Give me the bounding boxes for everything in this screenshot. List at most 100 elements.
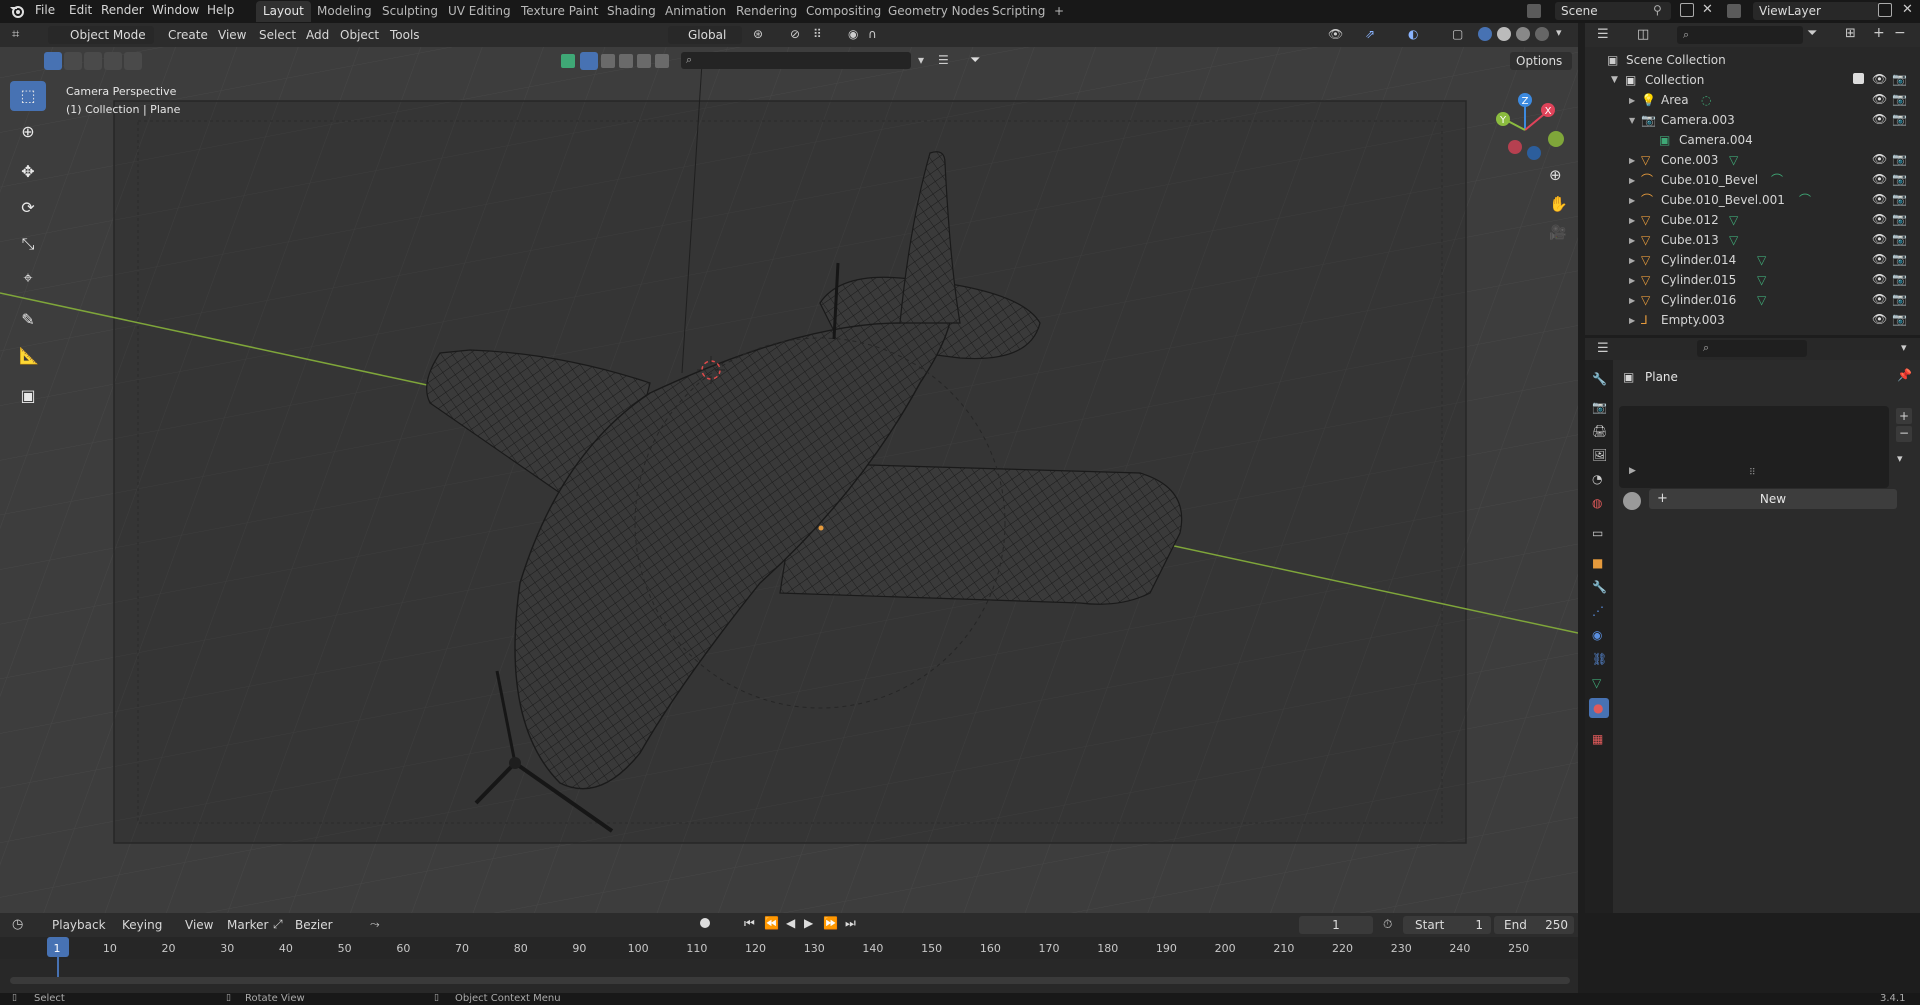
outliner-row[interactable]: ▼ 📷 Camera.003 👁 📷: [1585, 110, 1920, 130]
tool-annotate[interactable]: ✎: [10, 305, 46, 335]
blender-logo-icon[interactable]: [9, 3, 25, 19]
mode-selector[interactable]: Object Mode: [48, 26, 154, 44]
eye-icon[interactable]: 👁: [1872, 172, 1887, 186]
outliner-row[interactable]: ▶ ▽ Cylinder.014 ▽ 👁 📷: [1585, 250, 1920, 270]
outliner-row[interactable]: ▶ ▽ Cylinder.016 ▽ 👁 📷: [1585, 290, 1920, 310]
tool-select-box[interactable]: ⬚: [10, 81, 46, 111]
tool-scale[interactable]: ⤡: [10, 229, 46, 259]
overlays-icon[interactable]: ◐: [1408, 27, 1418, 41]
object-data-icon[interactable]: ▽: [1757, 293, 1766, 307]
render-camera-icon[interactable]: 📷: [1892, 272, 1907, 286]
viewport-search-input[interactable]: ⌕: [681, 52, 911, 69]
filter-dropdown-icon[interactable]: ▾: [918, 53, 924, 67]
eye-icon[interactable]: 👁: [1872, 72, 1887, 86]
object-data-icon[interactable]: ◌: [1701, 93, 1711, 107]
eye-icon[interactable]: 👁: [1872, 292, 1887, 306]
object-data-icon[interactable]: ⌒: [1799, 193, 1811, 207]
gizmo-neg-y[interactable]: [1548, 131, 1564, 147]
outliner-row[interactable]: ▣ Camera.004: [1585, 130, 1920, 150]
render-camera-icon[interactable]: 📷: [1892, 192, 1907, 206]
view-layer-icon[interactable]: [1727, 4, 1741, 18]
texture-tab-icon[interactable]: ▦: [1592, 732, 1603, 746]
eye-icon[interactable]: 👁: [1872, 252, 1887, 266]
outliner-row[interactable]: ▶ ▽ Cylinder.015 ▽ 👁 📷: [1585, 270, 1920, 290]
outliner-row[interactable]: ▶ ▽ Cube.012 ▽ 👁 📷: [1585, 210, 1920, 230]
add-slot-button[interactable]: +: [1896, 408, 1912, 424]
resize-handle-icon[interactable]: ⠿: [1749, 468, 1756, 478]
menu-playback[interactable]: Playback: [52, 918, 106, 932]
chevron-right-icon[interactable]: ▶: [1629, 294, 1635, 308]
tab-compositing[interactable]: Compositing: [799, 1, 888, 22]
light-filter-icon[interactable]: [601, 54, 615, 68]
viewport-canvas[interactable]: [0, 23, 1578, 913]
shading-options-icon[interactable]: ▾: [1556, 26, 1562, 39]
outliner-row[interactable]: ▶ ⅃ Empty.003 👁 📷: [1585, 310, 1920, 330]
editor-type-icon[interactable]: ⌗: [12, 27, 19, 42]
material-tab-button[interactable]: ●: [1589, 698, 1609, 718]
prev-keyframe-icon[interactable]: ⏪: [764, 916, 779, 930]
render-camera-icon[interactable]: 📷: [1892, 292, 1907, 306]
tool-add-cube[interactable]: ▣: [10, 381, 46, 411]
eye-icon[interactable]: 👁: [1872, 112, 1887, 126]
falloff-icon[interactable]: ∩: [868, 27, 877, 41]
zoom-icon[interactable]: ⊕: [1549, 166, 1562, 184]
options-chevron-icon[interactable]: ▾: [1901, 341, 1907, 354]
outliner-collection-row[interactable]: ▼ ▣ Collection 👁 📷: [1585, 70, 1920, 90]
start-frame-field[interactable]: Start 1: [1403, 916, 1491, 934]
menu-file[interactable]: File: [35, 3, 55, 17]
tool-cursor[interactable]: ⊕: [10, 117, 46, 147]
delete-view-layer-icon[interactable]: ✕: [1902, 2, 1913, 17]
chevron-right-icon[interactable]: ▶: [1629, 274, 1635, 288]
menu-tools[interactable]: Tools: [390, 28, 420, 42]
chevron-down-icon[interactable]: ▼: [1611, 73, 1618, 87]
chevron-right-icon[interactable]: ▶: [1629, 214, 1635, 228]
add-workspace-button[interactable]: +: [1047, 1, 1071, 22]
object-data-icon[interactable]: ▽: [1757, 273, 1766, 287]
eye-icon[interactable]: 👁: [1872, 152, 1887, 166]
scene-selector-icon[interactable]: [1527, 4, 1541, 18]
interpolation-selector[interactable]: Bezier: [289, 916, 367, 934]
object-data-icon[interactable]: ▽: [1757, 253, 1766, 267]
tab-animation[interactable]: Animation: [658, 1, 733, 22]
outliner-row[interactable]: ▶ ⌒ Cube.010_Bevel ⌒ 👁 📷: [1585, 170, 1920, 190]
pan-hand-icon[interactable]: ✋: [1549, 195, 1568, 213]
tab-geometry-nodes[interactable]: Geometry Nodes: [881, 1, 996, 22]
object-filter-icon[interactable]: [580, 52, 598, 70]
minimize-icon[interactable]: −: [1894, 25, 1906, 41]
outliner-editor-icon[interactable]: ☰: [1597, 27, 1609, 42]
view-layer-field[interactable]: ViewLayer: [1753, 2, 1879, 20]
current-frame-field[interactable]: 1: [1299, 916, 1373, 934]
render-camera-icon[interactable]: 📷: [1892, 252, 1907, 266]
render-camera-icon[interactable]: 📷: [1892, 312, 1907, 326]
pin-icon[interactable]: 📌: [1897, 368, 1912, 382]
menu-window[interactable]: Window: [152, 3, 199, 17]
empty-filter-icon[interactable]: [637, 54, 651, 68]
delete-scene-icon[interactable]: ✕: [1702, 2, 1713, 17]
menu-help[interactable]: Help: [207, 3, 234, 17]
remove-slot-button[interactable]: −: [1896, 426, 1912, 442]
play-reverse-icon[interactable]: ◀: [786, 916, 795, 930]
new-view-layer-icon[interactable]: [1878, 3, 1892, 17]
tab-shading[interactable]: Shading: [600, 1, 663, 22]
eye-icon[interactable]: 👁: [1872, 312, 1887, 326]
camera-view-icon[interactable]: 🎥: [1549, 225, 1566, 241]
tool-transform[interactable]: ⌖: [10, 263, 46, 293]
object-data-icon[interactable]: ▽: [1729, 233, 1738, 247]
display-mode-icon[interactable]: ◫: [1637, 27, 1649, 42]
select-subtract-icon[interactable]: [84, 52, 102, 70]
menu-render[interactable]: Render: [101, 3, 144, 17]
scene-tab-icon[interactable]: ◔: [1592, 472, 1602, 486]
outliner-root-row[interactable]: ▣ Scene Collection: [1585, 50, 1920, 70]
chevron-right-icon[interactable]: ▶: [1629, 174, 1635, 188]
render-camera-icon[interactable]: 📷: [1892, 172, 1907, 186]
funnel-icon[interactable]: ⏷: [970, 53, 980, 68]
render-camera-icon[interactable]: 📷: [1892, 72, 1907, 86]
timeline-editor-icon[interactable]: ◷: [12, 917, 23, 932]
outliner-filter-icon[interactable]: ⏷: [1807, 26, 1817, 41]
auto-keying-icon[interactable]: [700, 918, 710, 928]
camera-filter-icon[interactable]: [619, 54, 633, 68]
material-slots-list[interactable]: ▶ ⠿: [1619, 406, 1889, 488]
menu-keying[interactable]: Keying: [122, 918, 162, 932]
render-camera-icon[interactable]: 📷: [1892, 212, 1907, 226]
sort-icon[interactable]: ☰: [938, 53, 949, 67]
